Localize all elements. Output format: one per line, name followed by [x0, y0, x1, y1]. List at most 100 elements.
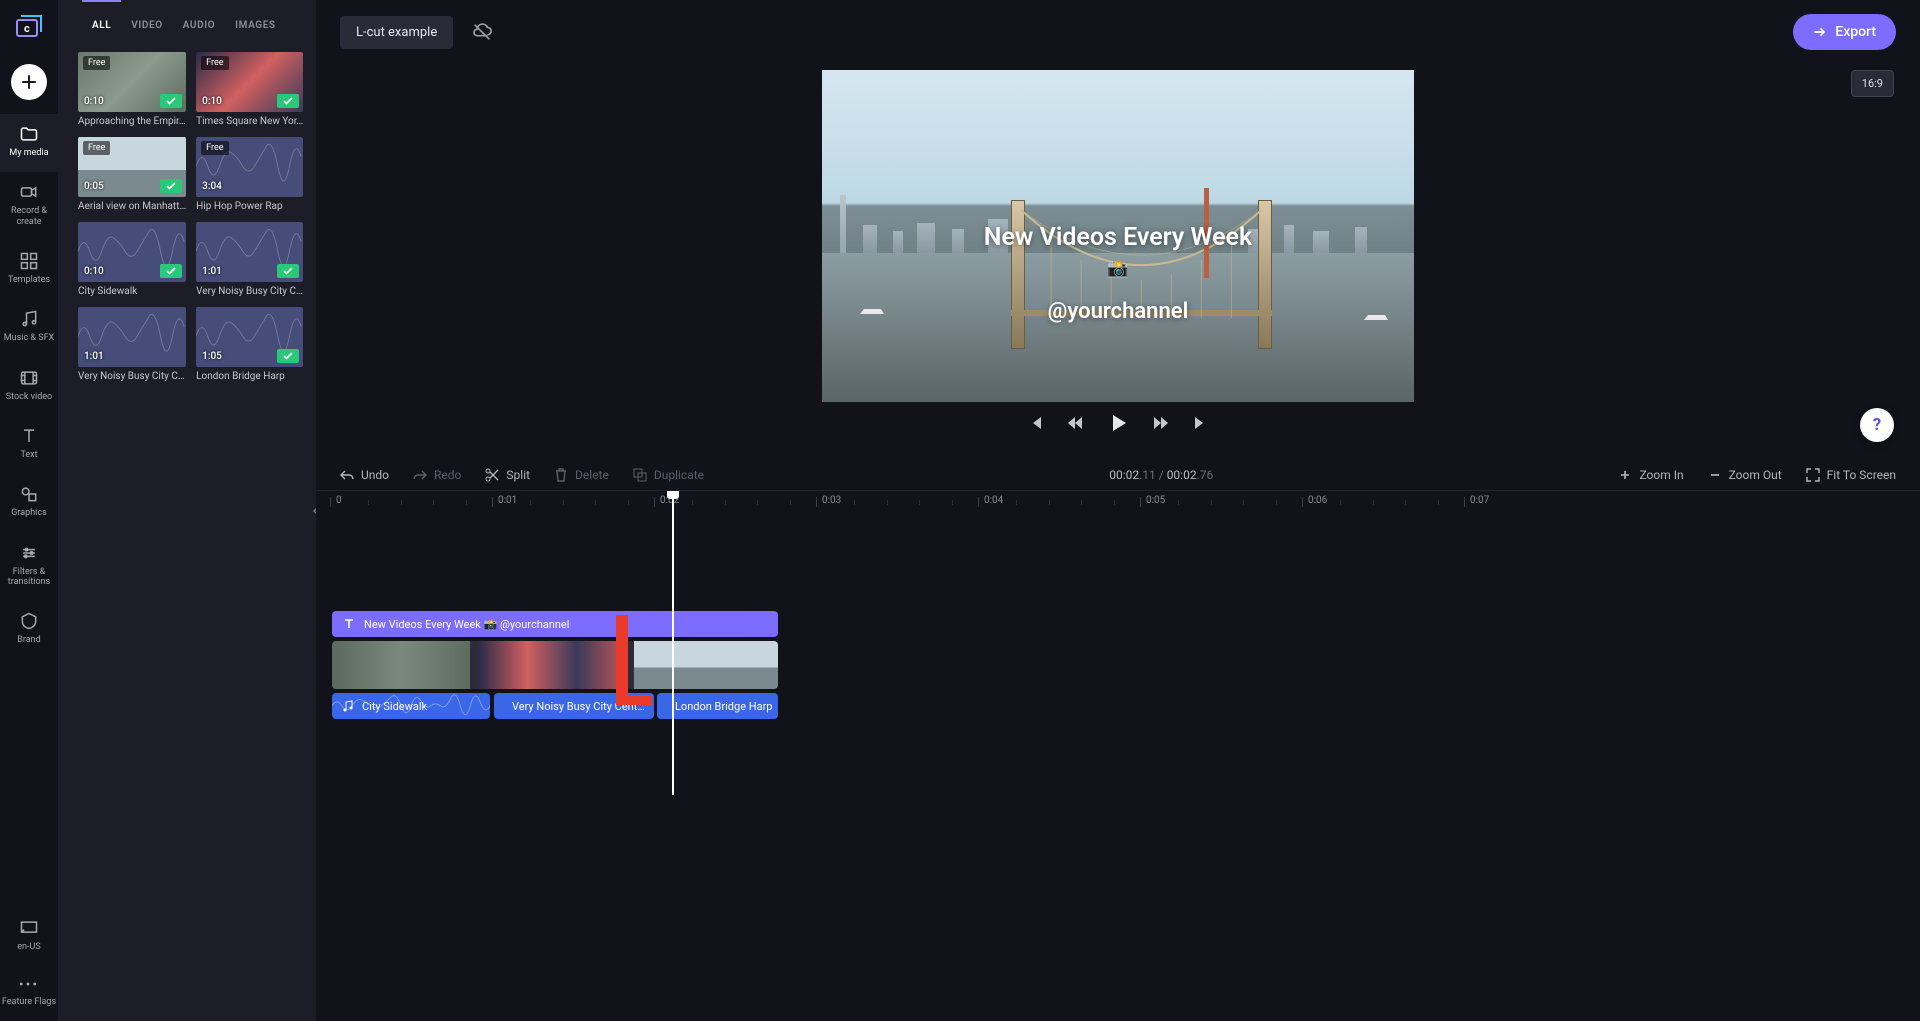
asset-item[interactable]: Free 0:10 Approaching the Empir…	[78, 52, 186, 127]
fit-label: Fit To Screen	[1827, 468, 1896, 482]
added-check-icon	[160, 264, 182, 278]
preview-wrap: New Videos Every Week 📸 @yourchannel	[822, 70, 1414, 402]
free-badge: Free	[83, 141, 110, 155]
added-check-icon	[277, 264, 299, 278]
rewind-button[interactable]	[1067, 415, 1083, 431]
tab-images[interactable]: IMAGES	[225, 0, 285, 41]
overlay-headline: New Videos Every Week	[822, 223, 1414, 252]
asset-item[interactable]: Free 3:04 Hip Hop Power Rap	[196, 137, 303, 212]
asset-name: London Bridge Harp	[196, 371, 303, 382]
ruler-tick: 0:05	[1146, 495, 1165, 506]
added-check-icon	[277, 94, 299, 108]
help-button[interactable]: ?	[1860, 408, 1894, 442]
rail-filters[interactable]: Filters & transitions	[0, 533, 58, 602]
video-track[interactable]	[332, 641, 778, 689]
project-title[interactable]: L-cut example	[340, 16, 453, 49]
rail-label: Filters & transitions	[0, 567, 58, 588]
app-logo[interactable]: c	[15, 14, 43, 42]
forward-button[interactable]	[1153, 415, 1169, 431]
export-button[interactable]: Export	[1793, 14, 1896, 50]
zoom-in-button[interactable]: Zoom In	[1618, 468, 1683, 482]
rail-feature-flags[interactable]: ••• Feature Flags	[0, 967, 58, 1021]
asset-thumb: 1:01	[196, 222, 303, 282]
asset-item[interactable]: 1:01 Very Noisy Busy City C…	[196, 222, 303, 297]
tab-video[interactable]: VIDEO	[121, 0, 172, 41]
rail-my-media[interactable]: My media	[0, 114, 58, 172]
fit-to-screen-button[interactable]: Fit To Screen	[1806, 468, 1896, 482]
asset-duration: 0:05	[84, 181, 104, 192]
asset-name: Very Noisy Busy City C…	[78, 371, 186, 382]
redo-button[interactable]: Redo	[413, 468, 461, 482]
rail-label: Graphics	[11, 508, 46, 518]
rail-templates[interactable]: Templates	[0, 241, 58, 299]
zoom-out-button[interactable]: Zoom Out	[1708, 468, 1782, 482]
asset-name: Very Noisy Busy City C…	[196, 286, 303, 297]
rail-label: Feature Flags	[2, 997, 56, 1007]
audio-clip-1[interactable]: City Sidewalk	[332, 693, 490, 719]
split-button[interactable]: Split	[485, 468, 530, 482]
asset-item[interactable]: 1:05 London Bridge Harp	[196, 307, 303, 382]
ruler-tick: 0	[336, 495, 342, 506]
duplicate-button[interactable]: Duplicate	[633, 468, 704, 482]
rail-brand[interactable]: Brand	[0, 601, 58, 659]
rail-label: Record & create	[0, 206, 58, 227]
add-media-button[interactable]	[11, 64, 47, 100]
asset-duration: 1:05	[202, 351, 222, 362]
asset-name: Times Square New Yor…	[196, 116, 303, 127]
asset-item[interactable]: Free 0:10 Times Square New Yor…	[196, 52, 303, 127]
timeline-ruler[interactable]: 00:010:020:030:040:050:060:07	[316, 491, 1920, 515]
timeline[interactable]: 00:010:020:030:040:050:060:07 New Videos…	[316, 490, 1920, 1021]
red-marker-horizontal	[616, 695, 652, 705]
asset-duration: 0:10	[84, 96, 104, 107]
export-label: Export	[1835, 24, 1876, 40]
rail-graphics[interactable]: Graphics	[0, 474, 58, 532]
playhead[interactable]	[672, 491, 674, 795]
asset-name: City Sidewalk	[78, 286, 186, 297]
rail-text[interactable]: Text	[0, 416, 58, 474]
tab-all[interactable]: ALL	[82, 0, 121, 41]
added-check-icon	[160, 94, 182, 108]
free-badge: Free	[201, 141, 228, 155]
asset-item[interactable]: 0:10 City Sidewalk	[78, 222, 186, 297]
rail-label: en-US	[17, 942, 40, 952]
more-icon: •••	[19, 977, 39, 993]
timecode: 00:02.11 / 00:02.76	[1109, 468, 1213, 482]
asset-item[interactable]: 1:01 Very Noisy Busy City C…	[78, 307, 186, 382]
media-tabs: ALL VIDEO AUDIO IMAGES	[58, 0, 316, 42]
rail-record[interactable]: Record & create	[0, 172, 58, 241]
prev-button[interactable]	[1027, 415, 1043, 431]
cloud-offline-icon	[471, 21, 493, 43]
asset-name: Aerial view on Manhatt…	[78, 201, 186, 212]
ruler-tick: 0:07	[1470, 495, 1489, 506]
text-icon	[342, 617, 356, 631]
asset-name: Hip Hop Power Rap	[196, 201, 303, 212]
asset-thumb: 1:05	[196, 307, 303, 367]
rail-label: Music & SFX	[4, 333, 54, 343]
asset-thumb: Free 0:10	[78, 52, 186, 112]
text-clip[interactable]: New Videos Every Week 📸 @yourchannel	[332, 611, 778, 637]
rail-label: Templates	[8, 275, 50, 285]
rail-locale[interactable]: en-US	[0, 908, 58, 966]
rail-stock[interactable]: Stock video	[0, 358, 58, 416]
asset-thumb: Free 3:04	[196, 137, 303, 197]
split-label: Split	[506, 468, 530, 482]
play-button[interactable]	[1107, 412, 1129, 434]
undo-button[interactable]: Undo	[340, 468, 389, 482]
delete-button[interactable]: Delete	[554, 468, 609, 482]
ruler-tick: 0:06	[1308, 495, 1327, 506]
preview-canvas[interactable]: New Videos Every Week 📸 @yourchannel	[822, 70, 1414, 402]
asset-duration: 0:10	[84, 266, 104, 277]
asset-thumb: Free 0:05	[78, 137, 186, 197]
left-rail: c My media Record & create Templates Mus…	[0, 0, 58, 1021]
audio-clip-3[interactable]: London Bridge Harp	[657, 693, 778, 719]
next-button[interactable]	[1193, 415, 1209, 431]
asset-item[interactable]: Free 0:05 Aerial view on Manhatt…	[78, 137, 186, 212]
asset-name: Approaching the Empir…	[78, 116, 186, 127]
aspect-ratio-selector[interactable]: 16:9	[1851, 70, 1894, 97]
free-badge: Free	[201, 56, 228, 70]
tab-audio[interactable]: AUDIO	[173, 0, 225, 41]
clip-label: London Bridge Harp	[675, 700, 773, 713]
asset-thumb: 0:10	[78, 222, 186, 282]
top-bar: L-cut example Export	[316, 0, 1920, 64]
rail-music[interactable]: Music & SFX	[0, 299, 58, 357]
